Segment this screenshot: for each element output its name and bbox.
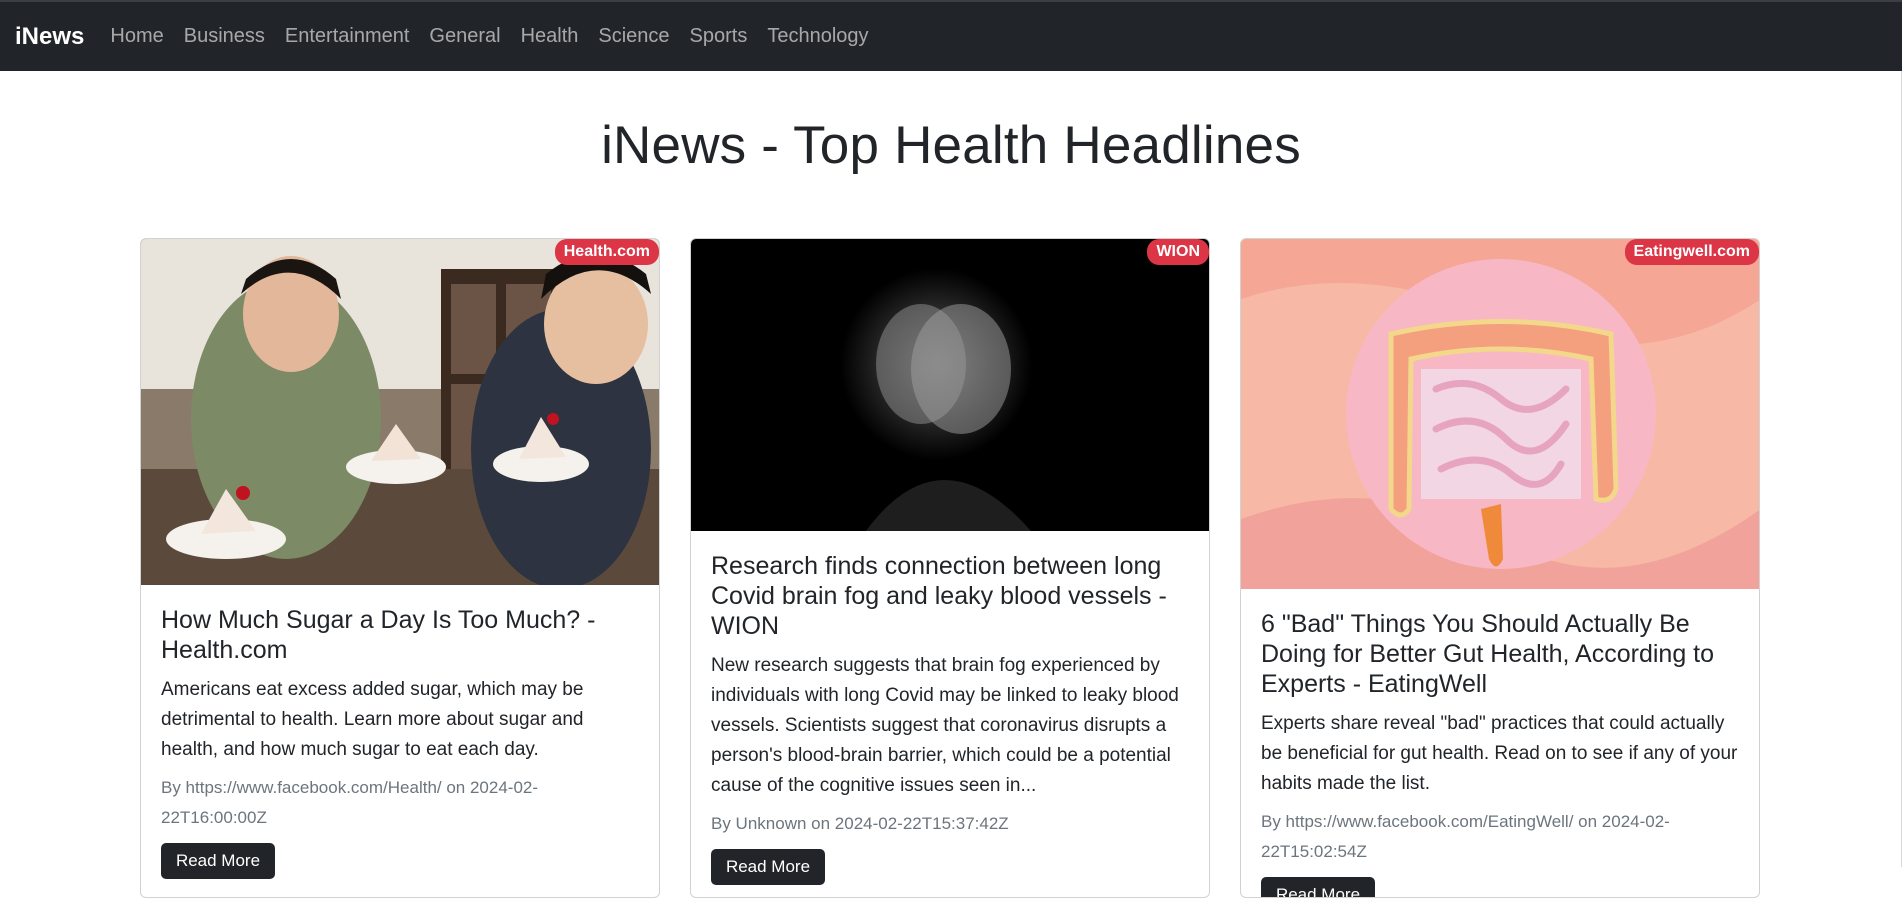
source-badge: Eatingwell.com [1624, 239, 1759, 265]
article-description: Americans eat excess added sugar, which … [161, 679, 584, 760]
news-card: Eatingwell.com 6 "Bad" Things You Should… [1240, 238, 1760, 898]
article-image: WION [691, 239, 1209, 531]
source-badge: WION [1147, 239, 1209, 265]
article-image: Eatingwell.com [1241, 239, 1759, 589]
article-title: Research finds connection between long C… [711, 552, 1167, 640]
article-title: 6 "Bad" Things You Should Actually Be Do… [1261, 610, 1715, 698]
article-title: How Much Sugar a Day Is Too Much? - Heal… [161, 606, 596, 664]
read-more-button[interactable]: Read More [711, 849, 825, 885]
article-description: New research suggests that brain fog exp… [711, 655, 1179, 796]
article-description: Experts share reveal "bad" practices tha… [1261, 713, 1738, 794]
article-byline: By Unknown on 2024-02-22T15:37:42Z [711, 814, 1009, 833]
nav-link-general[interactable]: General [419, 25, 510, 48]
brand-logo[interactable]: iNews [15, 23, 84, 51]
page-title: iNews - Top Health Headlines [601, 116, 1301, 175]
card-body: How Much Sugar a Day Is Too Much? - Heal… [141, 585, 659, 879]
article-image: Health.com [141, 239, 659, 585]
read-more-button[interactable]: Read More [1261, 877, 1375, 897]
news-card: WION Research finds connection between l… [690, 238, 1210, 898]
card-body: Research finds connection between long C… [691, 531, 1209, 885]
article-byline: By https://www.facebook.com/EatingWell/ … [1261, 812, 1670, 861]
nav-link-home[interactable]: Home [100, 25, 173, 48]
nav-link-sports[interactable]: Sports [680, 25, 758, 48]
nav-link-entertainment[interactable]: Entertainment [275, 25, 420, 48]
nav-link-health[interactable]: Health [511, 25, 589, 48]
card-body: 6 "Bad" Things You Should Actually Be Do… [1241, 589, 1759, 897]
top-navbar: iNews Home Business Entertainment Genera… [0, 0, 1902, 71]
article-byline: By https://www.facebook.com/Health/ on 2… [161, 778, 539, 827]
gut-illustration-photo [1241, 239, 1759, 589]
man-brain-fog-photo [691, 239, 1209, 531]
nav-link-business[interactable]: Business [174, 25, 275, 48]
people-eating-cake-photo [141, 239, 659, 585]
source-badge: Health.com [554, 239, 659, 265]
read-more-button[interactable]: Read More [161, 843, 275, 879]
nav-link-science[interactable]: Science [588, 25, 679, 48]
nav-link-technology[interactable]: Technology [757, 25, 878, 48]
news-card: Health.com How Much Sugar a Day Is Too M… [140, 238, 660, 898]
